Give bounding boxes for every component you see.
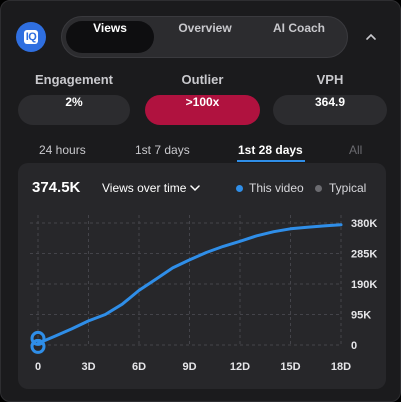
x-tick-label: 15D — [280, 361, 300, 373]
x-tick-label: 0 — [35, 361, 41, 373]
y-tick-label: 95K — [351, 310, 371, 322]
y-tick-label: 380K — [351, 218, 377, 230]
x-tick-label: 6D — [132, 361, 146, 373]
x-tick-label: 12D — [230, 361, 250, 373]
views-chart: 0 95K 190K 285K 380K 0 3D 6D 9D 12D 15D 18D — [30, 215, 377, 373]
x-axis-ticks: 0 3D 6D 9D 12D 15D 18D — [35, 361, 351, 373]
y-tick-label: 0 — [351, 340, 357, 352]
y-axis-ticks: 0 95K 190K 285K 380K — [351, 218, 377, 352]
y-tick-label: 190K — [351, 279, 377, 291]
x-tick-label: 9D — [182, 361, 196, 373]
x-tick-label: 18D — [331, 361, 351, 373]
x-tick-label: 3D — [81, 361, 95, 373]
y-tick-label: 285K — [351, 249, 377, 261]
